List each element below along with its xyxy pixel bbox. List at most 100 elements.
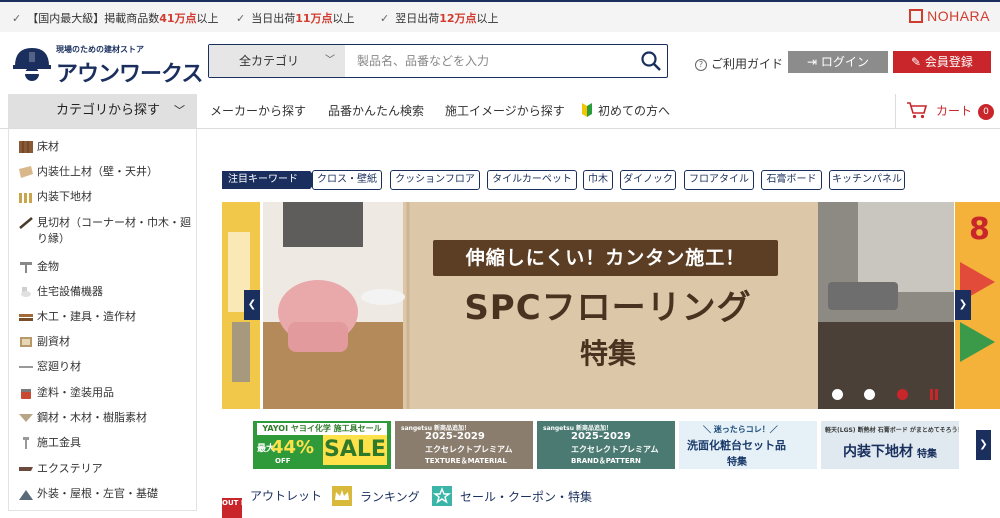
- category-sidebar: 床材 内装仕上材（壁・天井） 内装下地材 見切材（コーナー材・巾木・廻り縁） 金…: [8, 129, 197, 511]
- check-icon: ✓: [12, 12, 22, 25]
- check-icon: ✓: [380, 12, 390, 25]
- sidebar-item-hardware[interactable]: 金物: [19, 259, 194, 275]
- studs-icon: [19, 193, 32, 203]
- sidebar-item-interior-finish[interactable]: 内装仕上材（壁・天井）: [19, 164, 194, 180]
- screw-icon: [23, 437, 29, 449]
- star-icon: [432, 486, 452, 506]
- lumber-icon: [19, 314, 33, 321]
- sidebar-item-steel-wood-resin[interactable]: 鋼材・木材・樹脂素材: [19, 410, 194, 426]
- quick-links: OUT LETアウトレット ランキング セール・クーポン・特集: [222, 486, 822, 518]
- category-menu-button[interactable]: カテゴリから探す ﹀: [8, 94, 197, 128]
- flooring-icon: [19, 141, 33, 153]
- sidebar-item-paint[interactable]: 塗料・塗装用品: [19, 385, 194, 401]
- banner-title: SPCフローリング: [464, 288, 752, 328]
- exterior-icon: [19, 467, 33, 471]
- carousel-prev-button[interactable]: ❮: [244, 290, 260, 320]
- chevron-left-icon: ❮: [247, 299, 257, 310]
- cart-icon: [907, 102, 928, 119]
- sidebar-item-interior-base[interactable]: 内装下地材: [19, 189, 194, 205]
- banner-tagline: 伸縮しにくい！カンタン施工！: [433, 240, 778, 276]
- pencil-icon: ✎: [911, 55, 925, 69]
- sidebar-item-trim[interactable]: 見切材（コーナー材・巾木・廻り縁）: [19, 215, 194, 247]
- nav-link-first-time[interactable]: 初めての方へ: [582, 94, 670, 128]
- promo-vanity-set[interactable]: ＼ 迷ったらコレ！／ 洗面化粧台セット品 特集: [679, 421, 817, 469]
- register-button[interactable]: ✎ 会員登録: [893, 51, 991, 73]
- keyword-chip[interactable]: 巾木: [583, 170, 613, 190]
- stat-same-day: ✓ 当日出荷11万点以上: [236, 12, 355, 25]
- chevron-right-icon: ❯: [958, 299, 968, 310]
- sale-coupon-link[interactable]: セール・クーポン・特集: [432, 486, 592, 506]
- sidebar-item-exterior[interactable]: エクステリア: [19, 461, 194, 477]
- keyword-chip[interactable]: フロアタイル: [684, 170, 754, 190]
- sidebar-item-roof-foundation[interactable]: 外装・屋根・左官・基礎: [19, 486, 194, 502]
- nohara-mark-icon: [909, 9, 924, 23]
- banner-subtitle: 特集: [579, 337, 636, 370]
- carousel-dot[interactable]: [832, 389, 843, 400]
- sidebar-item-housing-equipment[interactable]: 住宅設備機器: [19, 284, 194, 300]
- slide-spc-flooring[interactable]: 伸縮しにくい！カンタン施工！ SPCフローリング 特集: [263, 202, 818, 409]
- main-nav: カテゴリから探す ﹀ メーカーから探す 品番かんたん検索 施工イメージから探す 初…: [0, 94, 1000, 129]
- keyword-chip[interactable]: ダイノック: [620, 170, 676, 190]
- promo-sangetsu-texture[interactable]: sangetsu 新商品追加！ 2025-2029 エクセレクトプレミアム TE…: [395, 421, 533, 469]
- beginner-mark-icon: [582, 103, 592, 117]
- roof-icon: [19, 490, 33, 500]
- promo-sangetsu-brand[interactable]: sangetsu 新商品追加！ 2025-2029 エクセレクトプレミアム BR…: [537, 421, 675, 469]
- wallpaper-roll-icon: [19, 166, 33, 178]
- stat-listed-products: ✓ 【国内最大級】掲載商品数41万点以上: [12, 12, 219, 25]
- search-input[interactable]: [345, 45, 635, 77]
- site-header: 現場のための建材ストア アウンワークス 全カテゴリ﹀ ?ご利用ガイド ⇥ ログイ…: [0, 32, 1000, 94]
- sub-materials-icon: [20, 337, 32, 347]
- slide-next-peek[interactable]: [818, 202, 954, 409]
- outlet-link[interactable]: OUT LETアウトレット: [222, 486, 322, 518]
- featured-keywords-heading: 注目キーワード: [222, 171, 318, 189]
- helmet-logo-icon: [13, 48, 51, 81]
- carousel-dot-active[interactable]: [897, 389, 908, 400]
- sidebar-item-sub-materials[interactable]: 副資材: [19, 334, 194, 350]
- cart-count-badge: 0: [978, 104, 995, 120]
- guide-link[interactable]: ? ご利用ガイド: [695, 55, 783, 72]
- hardware-icon: [20, 262, 32, 273]
- promo-next-button[interactable]: ❯: [976, 430, 991, 460]
- outlet-badge-icon: OUT LET: [222, 498, 255, 518]
- check-icon: ✓: [236, 12, 246, 25]
- trim-icon: [19, 217, 33, 229]
- search-bar: 全カテゴリ ﹀: [208, 44, 668, 78]
- chevron-right-icon: ❯: [979, 439, 988, 450]
- sidebar-item-fittings[interactable]: 施工金具: [19, 435, 194, 451]
- promo-banner-row: YAYOI ヤヨイ化学 施工具セール 最大 44% OFF SALE sange…: [253, 421, 1000, 469]
- keyword-chip[interactable]: キッチンパネル: [829, 170, 905, 190]
- featured-keywords: 注目キーワード クロス・壁紙 クッションフロア タイルカーペット 巾木 ダイノッ…: [222, 170, 982, 192]
- ranking-link[interactable]: ランキング: [332, 486, 420, 506]
- carousel-next-button[interactable]: ❯: [955, 290, 971, 320]
- keyword-chip[interactable]: 石膏ボード: [761, 170, 822, 190]
- search-icon[interactable]: [639, 49, 663, 73]
- nav-link-part-number[interactable]: 品番かんたん検索: [328, 94, 424, 128]
- nav-link-maker[interactable]: メーカーから探す: [210, 94, 306, 128]
- login-icon: ⇥: [807, 55, 821, 69]
- window-rail-icon: [19, 366, 33, 368]
- sidebar-item-flooring[interactable]: 床材: [19, 139, 194, 155]
- keyword-chip[interactable]: クロス・壁紙: [312, 170, 382, 190]
- cart-button[interactable]: カート 0: [895, 94, 1000, 128]
- keyword-chip[interactable]: クッションフロア: [390, 170, 480, 190]
- paint-icon: [21, 389, 31, 399]
- pause-icon[interactable]: [929, 389, 939, 400]
- promo-interior-base[interactable]: 軽天(LGS) 断熱材 石膏ボード がまとめてそろう！ 内装下地材 特集: [821, 421, 959, 469]
- carousel-dot[interactable]: [864, 389, 875, 400]
- site-logo[interactable]: 現場のための建材ストア アウンワークス: [12, 40, 203, 88]
- login-button[interactable]: ⇥ ログイン: [788, 51, 888, 73]
- chevron-down-icon: ﹀: [174, 104, 185, 117]
- nav-link-construction-images[interactable]: 施工イメージから探す: [445, 94, 565, 128]
- crown-icon: [332, 486, 352, 506]
- promo-yayoi-sale[interactable]: YAYOI ヤヨイ化学 施工具セール 最大 44% OFF SALE: [253, 421, 391, 469]
- top-info-bar: ✓ 【国内最大級】掲載商品数41万点以上 ✓ 当日出荷11万点以上 ✓ 翌日出荷12万…: [0, 0, 1000, 32]
- interior-photo-art: [818, 202, 954, 409]
- category-select[interactable]: 全カテゴリ ﹀: [209, 45, 345, 77]
- sidebar-item-woodwork[interactable]: 木工・建具・造作材: [19, 309, 194, 325]
- toilet-icon: [21, 287, 31, 297]
- carousel-indicators: [827, 388, 947, 402]
- keyword-chip[interactable]: タイルカーペット: [487, 170, 577, 190]
- nohara-logo[interactable]: NOHARA: [909, 8, 990, 24]
- chevron-down-icon: ﹀: [325, 55, 335, 66]
- sidebar-item-window[interactable]: 窓廻り材: [19, 359, 194, 375]
